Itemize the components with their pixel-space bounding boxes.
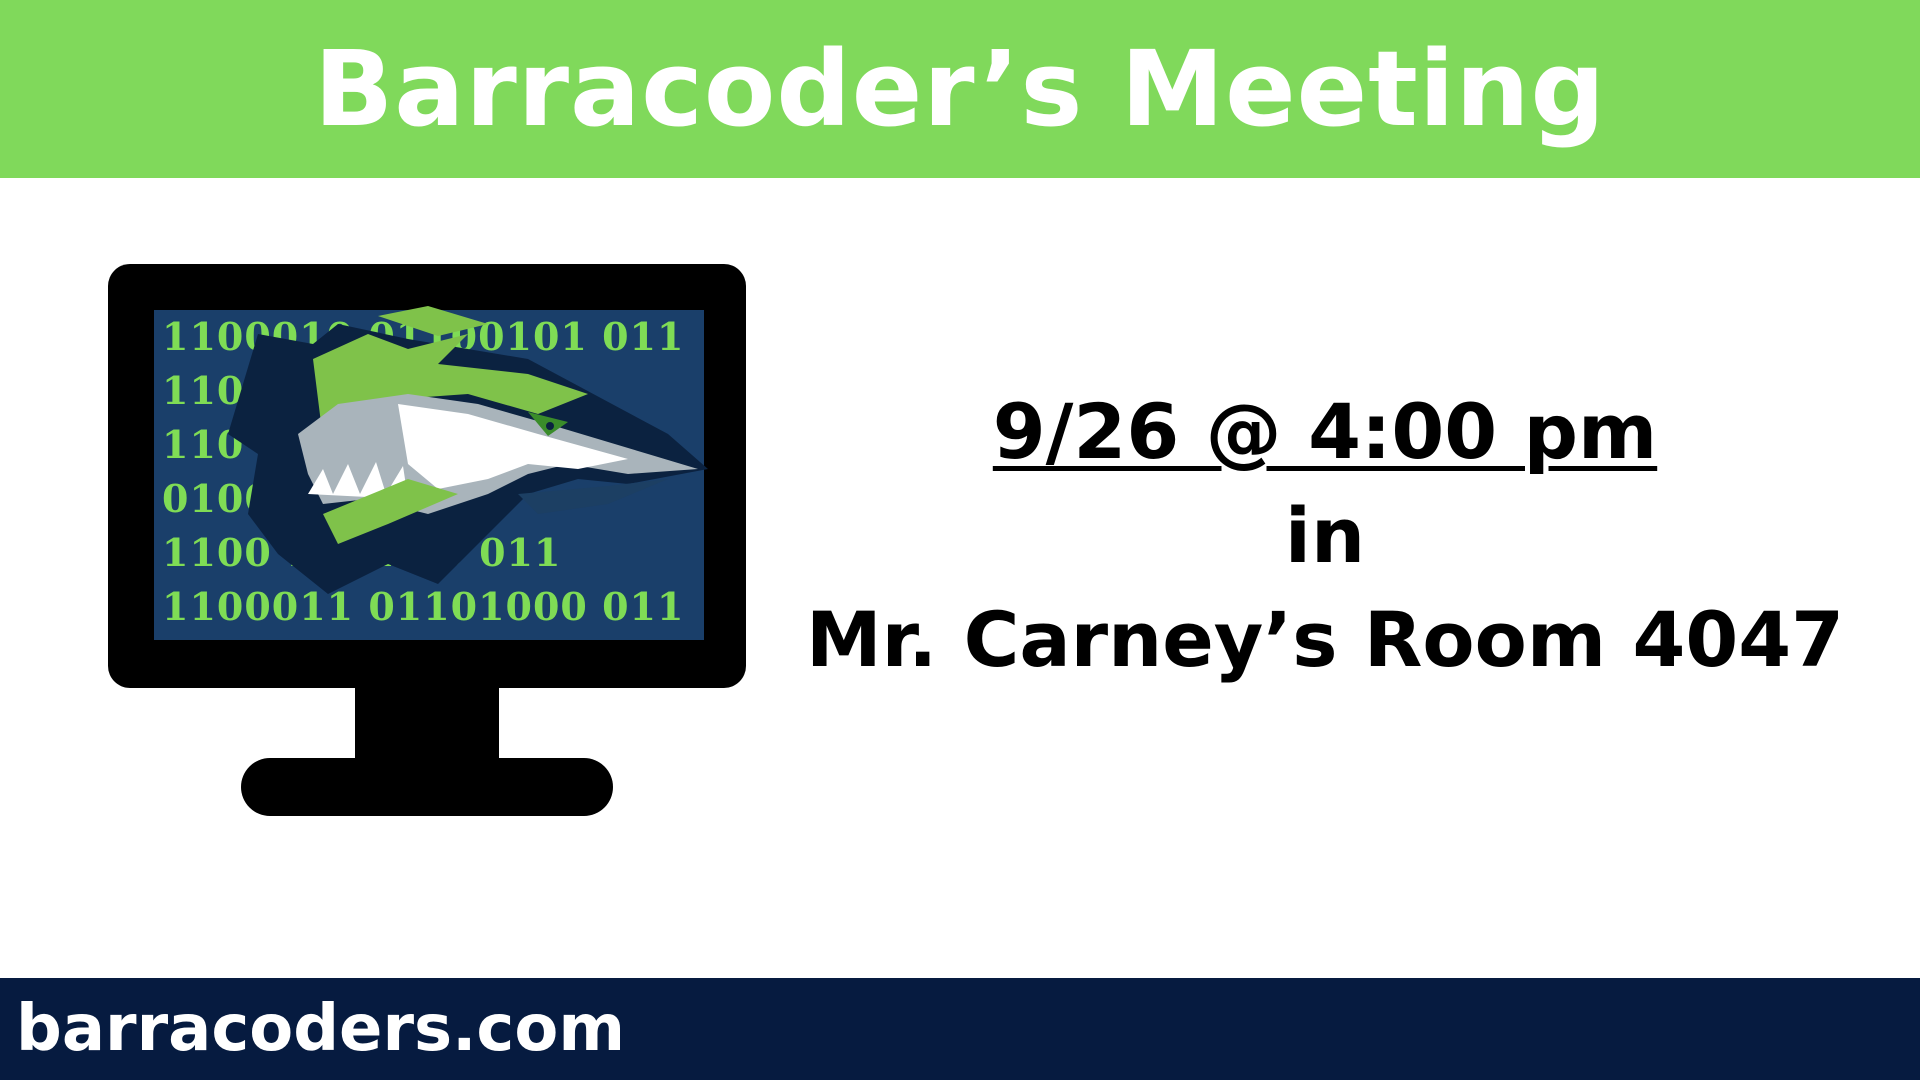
website-link[interactable]: barracoders.com	[16, 997, 625, 1061]
event-details: 9/26 @ 4:00 pm in Mr. Carney’s Room 4047	[800, 380, 1850, 692]
event-date-time: 9/26 @ 4:00 pm	[992, 387, 1658, 476]
event-location: Mr. Carney’s Room 4047	[805, 595, 1845, 684]
monitor-frame: 1100010 01100101 011 1100 00101 011 110 …	[108, 264, 746, 688]
barracuda-fish-icon	[228, 306, 708, 594]
footer-bar: barracoders.com	[0, 978, 1920, 1080]
monitor-stand-base	[241, 758, 613, 816]
header-banner: Barracoder’s Meeting	[0, 0, 1920, 178]
monitor-stand-neck	[355, 684, 499, 768]
barracuda-monitor-logo-icon: 1100010 01100101 011 1100 00101 011 110 …	[108, 264, 746, 816]
event-connector: in	[1284, 491, 1366, 580]
page-title: Barracoder’s Meeting	[314, 28, 1606, 150]
